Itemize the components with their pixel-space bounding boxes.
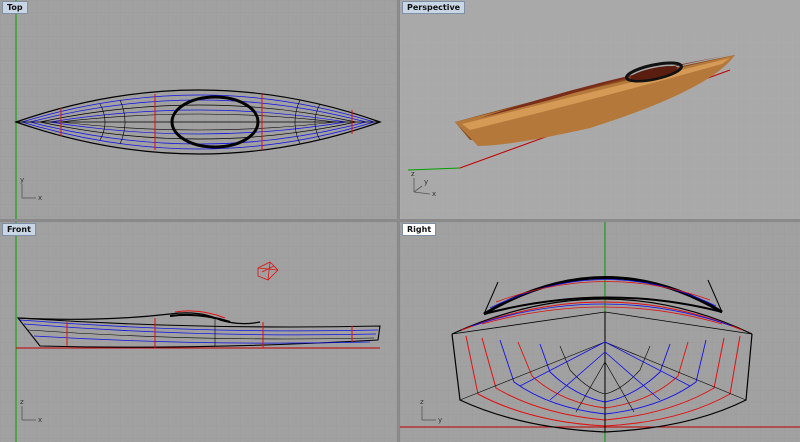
gizmo-y-label: y — [424, 178, 428, 186]
viewport-tab-front[interactable]: Front — [2, 223, 36, 236]
viewport-tab-right[interactable]: Right — [402, 223, 437, 236]
gizmo-z-label: z — [411, 170, 415, 178]
gizmo-x-label: x — [432, 190, 436, 198]
viewport-right[interactable]: z y Right — [400, 222, 800, 442]
viewport-perspective[interactable]: y x z Perspective — [400, 0, 800, 219]
gizmo-x-label: x — [38, 194, 42, 202]
viewport-top[interactable]: y x Top — [0, 0, 397, 219]
front-view-canvas[interactable]: z x — [0, 222, 397, 442]
gizmo-y-label: y — [438, 416, 442, 424]
viewport-tab-top[interactable]: Top — [2, 1, 28, 14]
gizmo-y-label: y — [20, 176, 24, 184]
gizmo-z-label: z — [420, 398, 424, 406]
perspective-view-canvas[interactable]: y x z — [400, 0, 800, 219]
right-view-canvas[interactable]: z y — [400, 222, 800, 442]
top-view-canvas[interactable]: y x — [0, 0, 397, 219]
viewport-front[interactable]: z x Front — [0, 222, 397, 442]
viewport-tab-perspective[interactable]: Perspective — [402, 1, 466, 14]
gizmo-x-label: x — [38, 416, 42, 424]
gizmo-z-label: z — [20, 398, 24, 406]
